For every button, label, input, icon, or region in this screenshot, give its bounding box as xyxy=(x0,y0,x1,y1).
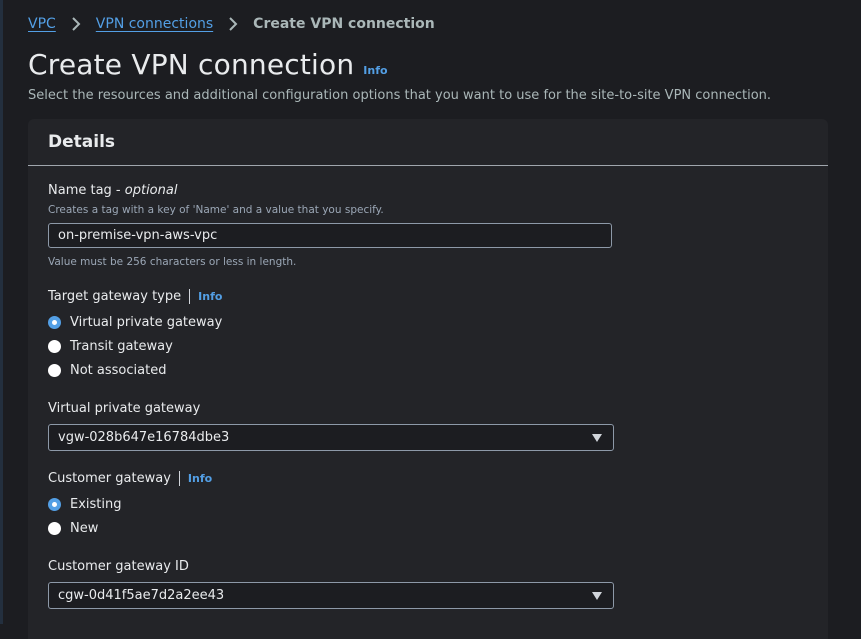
breadcrumb-vpn-connections[interactable]: VPN connections xyxy=(96,16,213,32)
virtual-private-gateway-value: vgw-028b647e16784dbe3 xyxy=(58,430,230,445)
customer-gateway-text: Customer gateway xyxy=(48,471,171,486)
radio-label: New xyxy=(70,521,99,536)
customer-gateway-info-link[interactable]: Info xyxy=(188,472,212,485)
radio-label: Not associated xyxy=(70,363,167,378)
caret-down-icon xyxy=(592,591,602,600)
virtual-private-gateway-select[interactable]: vgw-028b647e16784dbe3 xyxy=(48,424,614,451)
chevron-right-icon xyxy=(68,16,84,32)
radio-unselected-icon xyxy=(48,364,61,377)
radio-unselected-icon xyxy=(48,522,61,535)
name-tag-value: on-premise-vpn-aws-vpc xyxy=(58,228,218,243)
breadcrumb: VPC VPN connections Create VPN connectio… xyxy=(28,14,435,34)
name-tag-label-text: Name tag - xyxy=(48,183,125,198)
breadcrumb-vpc[interactable]: VPC xyxy=(28,16,56,32)
customer-gateway-id-select[interactable]: cgw-0d41f5ae7d2a2ee43 xyxy=(48,582,614,609)
page-info-link[interactable]: Info xyxy=(363,64,387,77)
name-tag-constraint: Value must be 256 characters or less in … xyxy=(48,256,297,268)
customer-gateway-id-label: Customer gateway ID xyxy=(48,559,189,574)
radio-existing[interactable]: Existing xyxy=(48,497,122,512)
radio-label: Existing xyxy=(70,497,122,512)
details-header: Details xyxy=(28,119,828,166)
customer-gateway-id-value: cgw-0d41f5ae7d2a2ee43 xyxy=(58,588,225,603)
left-edge xyxy=(0,0,3,624)
target-gateway-type-text: Target gateway type xyxy=(48,289,182,304)
page-description: Select the resources and additional conf… xyxy=(28,88,772,103)
caret-down-icon xyxy=(592,433,602,442)
radio-not-associated[interactable]: Not associated xyxy=(48,363,166,378)
radio-label: Transit gateway xyxy=(70,339,173,354)
radio-selected-icon xyxy=(48,316,61,329)
target-gateway-type-label: Target gateway type Info xyxy=(48,289,222,304)
radio-transit-gateway[interactable]: Transit gateway xyxy=(48,339,173,354)
name-tag-label: Name tag - optional xyxy=(48,183,177,198)
name-tag-optional: optional xyxy=(124,183,178,198)
chevron-right-icon xyxy=(225,16,241,32)
radio-selected-icon xyxy=(48,498,61,511)
label-divider xyxy=(178,471,180,486)
page-title: Create VPN connection xyxy=(28,48,355,81)
label-divider xyxy=(189,289,191,304)
radio-new[interactable]: New xyxy=(48,521,98,536)
details-title: Details xyxy=(48,132,116,152)
radio-virtual-private-gateway[interactable]: Virtual private gateway xyxy=(48,315,222,330)
page-header: Create VPN connection Info xyxy=(28,48,388,81)
breadcrumb-current: Create VPN connection xyxy=(253,16,435,32)
radio-unselected-icon xyxy=(48,340,61,353)
radio-label: Virtual private gateway xyxy=(70,315,223,330)
virtual-private-gateway-label: Virtual private gateway xyxy=(48,401,201,416)
details-panel: Details Name tag - optional Creates a ta… xyxy=(28,119,828,639)
target-gateway-type-info-link[interactable]: Info xyxy=(198,290,222,303)
name-tag-description: Creates a tag with a key of 'Name' and a… xyxy=(48,204,384,216)
name-tag-input[interactable]: on-premise-vpn-aws-vpc xyxy=(48,223,612,248)
customer-gateway-label: Customer gateway Info xyxy=(48,471,212,486)
